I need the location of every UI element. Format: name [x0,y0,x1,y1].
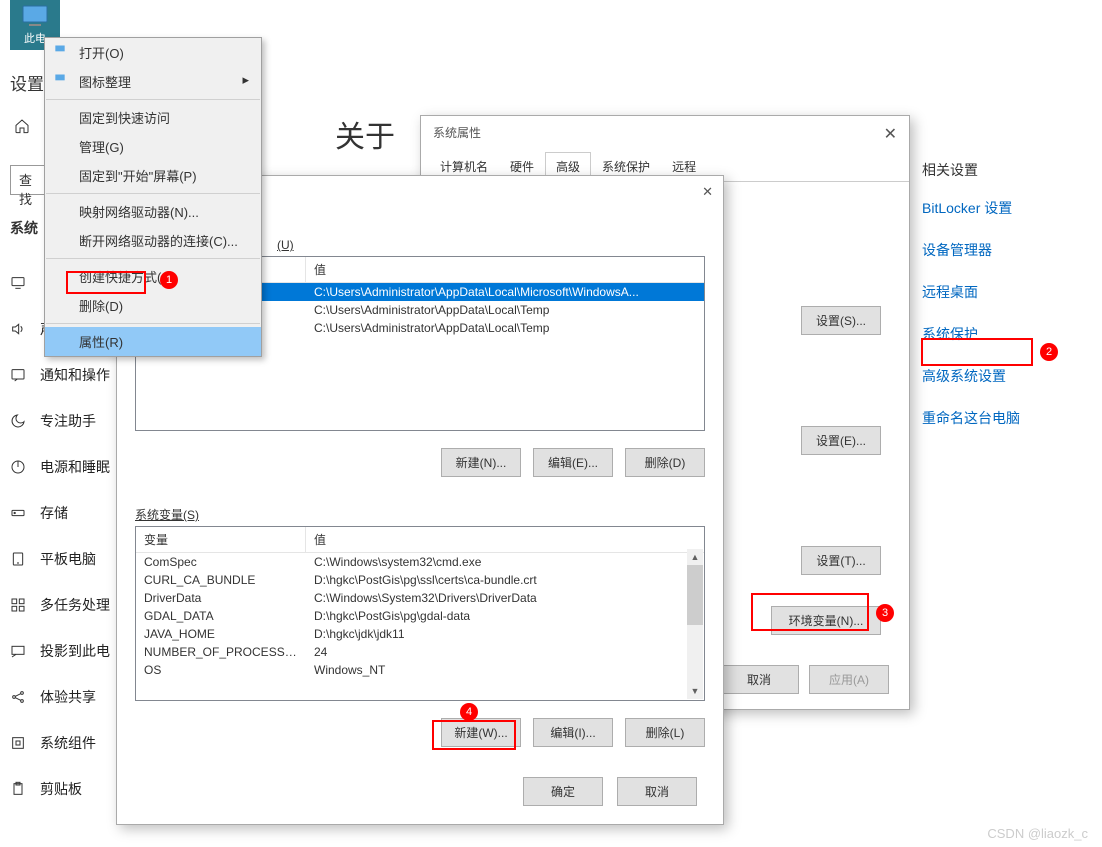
sysprop-title-text: 系统属性 [433,124,481,144]
user-new-button[interactable]: 新建(N)... [441,448,521,477]
sysprop-cancel-button[interactable]: 取消 [719,665,799,694]
sidebar-item-components[interactable]: 系统组件 [10,720,110,766]
context-menu-item[interactable]: 打开(O) [45,38,261,67]
settings-search-input[interactable]: 查找 [10,165,48,195]
system-variables-table[interactable]: 变量 值 ComSpecC:\Windows\system32\cmd.exeC… [135,526,705,701]
table-row[interactable]: DriverDataC:\Windows\System32\Drivers\Dr… [136,589,704,607]
cell-value: C:\Users\Administrator\AppData\Local\Tem… [306,319,704,337]
context-menu-item[interactable]: 管理(G) [45,132,261,161]
cell-variable: OS [136,661,306,679]
link-system-protection[interactable]: 系统保护 [922,324,1072,344]
sidebar-item-shared[interactable]: 体验共享 [10,674,110,720]
watermark: CSDN @liaozk_c [987,826,1088,841]
sidebar-item-clipboard[interactable]: 剪贴板 [10,766,110,812]
cell-value: Windows_NT [306,661,704,679]
cell-variable: CURL_CA_BUNDLE [136,571,306,589]
envvars-ok-button[interactable]: 确定 [523,777,603,806]
home-icon[interactable] [14,118,30,137]
table-row[interactable]: JAVA_HOMED:\hgkc\jdk\jdk11 [136,625,704,643]
context-menu-item[interactable]: 删除(D) [45,291,261,320]
user-delete-button[interactable]: 删除(D) [625,448,705,477]
cell-value: D:\hgkc\PostGis\pg\gdal-data [306,607,704,625]
related-settings-panel: 相关设置 BitLocker 设置 设备管理器 远程桌面 系统保护 高级系统设置… [922,160,1072,450]
link-advanced-system-settings[interactable]: 高级系统设置 [922,366,1072,386]
system-section-label: 系统 [10,218,38,238]
sidebar-item-power[interactable]: 电源和睡眠 [10,444,110,490]
cell-value: C:\Users\Administrator\AppData\Local\Tem… [306,301,704,319]
system-edit-button[interactable]: 编辑(I)... [533,718,613,747]
table-row[interactable]: GDAL_DATAD:\hgkc\PostGis\pg\gdal-data [136,607,704,625]
scroll-up-icon[interactable]: ▲ [687,549,703,565]
envvars-cancel-button[interactable]: 取消 [617,777,697,806]
sidebar-item-notifications[interactable]: 通知和操作 [10,352,110,398]
col-value[interactable]: 值 [306,527,704,552]
context-menu: 打开(O)图标整理▸ 固定到快速访问管理(G)固定到"开始"屏幕(P) 映射网络驱动… [44,37,262,357]
cell-variable: GDAL_DATA [136,607,306,625]
context-menu-item[interactable]: 固定到"开始"屏幕(P) [45,161,261,190]
settings-t-button[interactable]: 设置(T)... [801,546,881,575]
sidebar-item-focus[interactable]: 专注助手 [10,398,110,444]
close-icon[interactable]: ✕ [884,124,897,144]
sysprop-apply-button[interactable]: 应用(A) [809,665,889,694]
cell-value: D:\hgkc\PostGis\pg\ssl\certs\ca-bundle.c… [306,571,704,589]
cell-variable: DriverData [136,589,306,607]
context-menu-item[interactable]: 断开网络驱动器的连接(C)... [45,226,261,255]
link-remote-desktop[interactable]: 远程桌面 [922,282,1072,302]
menu-item-icon [53,42,67,59]
scroll-track[interactable] [687,625,703,683]
settings-title: 设置 [10,70,44,95]
cell-value: C:\Windows\system32\cmd.exe [306,553,704,571]
scroll-down-icon[interactable]: ▼ [687,683,703,699]
cell-variable: NUMBER_OF_PROCESSORS [136,643,306,661]
table-row[interactable]: OSWindows_NT [136,661,704,679]
user-edit-button[interactable]: 编辑(E)... [533,448,613,477]
system-vars-label: 系统变量(S) [135,506,199,523]
link-rename-pc[interactable]: 重命名这台电脑 [922,408,1072,428]
context-menu-item[interactable]: 映射网络驱动器(N)... [45,197,261,226]
cell-value: C:\Users\Administrator\AppData\Local\Mic… [306,283,704,301]
link-device-manager[interactable]: 设备管理器 [922,240,1072,260]
context-menu-item[interactable]: 固定到快速访问 [45,103,261,132]
sidebar-item-storage[interactable]: 存储 [10,490,110,536]
cell-value: C:\Windows\System32\Drivers\DriverData [306,589,704,607]
menu-item-icon [53,71,67,88]
table-row[interactable]: ComSpecC:\Windows\system32\cmd.exe [136,553,704,571]
related-heading: 相关设置 [922,160,1072,180]
computer-icon [19,4,51,28]
scroll-thumb[interactable] [687,565,703,625]
cell-variable: JAVA_HOME [136,625,306,643]
settings-e-button[interactable]: 设置(E)... [801,426,881,455]
context-menu-item[interactable]: 创建快捷方式(S) [45,262,261,291]
cell-value: 24 [306,643,704,661]
sidebar-item-projecting[interactable]: 投影到此电 [10,628,110,674]
system-new-button[interactable]: 新建(W)... [441,718,521,747]
user-vars-label: (U) [277,238,294,252]
cell-value: D:\hgkc\jdk\jdk11 [306,625,704,643]
sidebar-item-multitask[interactable]: 多任务处理 [10,582,110,628]
cell-variable: ComSpec [136,553,306,571]
environment-variables-button[interactable]: 环境变量(N)... [771,606,881,635]
table-row[interactable]: NUMBER_OF_PROCESSORS24 [136,643,704,661]
system-delete-button[interactable]: 删除(L) [625,718,705,747]
context-menu-item[interactable]: 图标整理▸ [45,67,261,96]
scrollbar[interactable]: ▲ ▼ [687,549,703,699]
col-variable[interactable]: 变量 [136,527,306,552]
close-icon[interactable]: ✕ [702,184,713,200]
chevron-right-icon: ▸ [242,72,249,88]
link-bitlocker[interactable]: BitLocker 设置 [922,198,1072,218]
desktop-icon-label: 此电 [24,33,46,45]
col-value[interactable]: 值 [306,257,704,282]
about-heading: 关于 [335,112,395,156]
context-menu-item[interactable]: 属性(R) [45,327,261,356]
table-row[interactable]: CURL_CA_BUNDLED:\hgkc\PostGis\pg\ssl\cer… [136,571,704,589]
settings-s-button[interactable]: 设置(S)... [801,306,881,335]
sidebar-item-tablet[interactable]: 平板电脑 [10,536,110,582]
